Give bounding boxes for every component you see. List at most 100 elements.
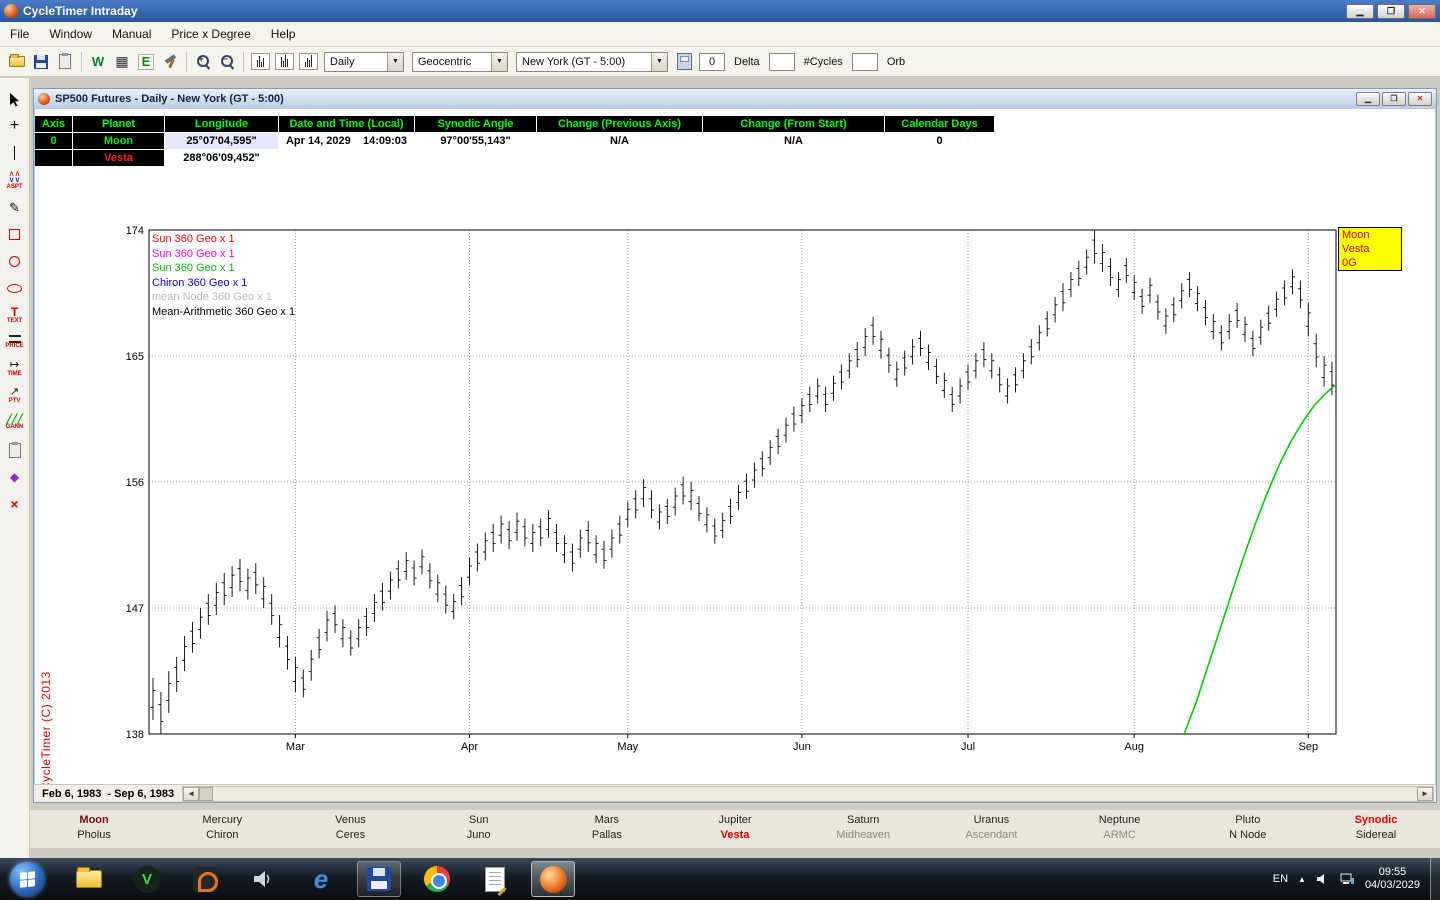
vertical-line-tool[interactable]: [2, 142, 28, 164]
matrix-button[interactable]: ▦: [110, 51, 134, 73]
zoom-in-button[interactable]: +: [191, 51, 215, 73]
menu-file[interactable]: File: [0, 27, 39, 41]
chart-minimize-button[interactable]: ▁: [1356, 92, 1380, 106]
planet-name[interactable]: Moon: [30, 813, 158, 828]
planet-name[interactable]: Venus: [286, 813, 414, 828]
weekly-chart-button[interactable]: W: [86, 51, 110, 73]
planet-column[interactable]: SunJuno: [415, 810, 543, 848]
delta-field[interactable]: [769, 53, 795, 71]
planet-secondary-name[interactable]: N Node: [1184, 828, 1312, 843]
taskbar-media-button[interactable]: V: [125, 861, 169, 897]
circle-tool[interactable]: [2, 250, 28, 272]
menu-help[interactable]: Help: [261, 27, 306, 41]
planet-secondary-name[interactable]: Sidereal: [1312, 828, 1440, 843]
planet-secondary-name[interactable]: Chiron: [158, 828, 286, 843]
timezone-dropdown[interactable]: New York (GT - 5:00) ▼: [516, 52, 668, 72]
planet-column[interactable]: PlutoN Node: [1184, 810, 1312, 848]
save-button[interactable]: [29, 51, 53, 73]
horizontal-scrollbar[interactable]: ◄ ►: [182, 786, 1434, 802]
taskbar-editor-button[interactable]: [473, 861, 517, 897]
planet-secondary-name[interactable]: Pallas: [543, 828, 671, 843]
text-tool[interactable]: T TEXT: [2, 304, 28, 326]
chart-window-titlebar[interactable]: SP500 Futures - Daily - New York (GT - 5…: [34, 89, 1436, 109]
planet-secondary-name[interactable]: Ascendant: [927, 828, 1055, 843]
taskbar-save-manager-button[interactable]: [357, 861, 401, 897]
planet-column[interactable]: MarsPallas: [543, 810, 671, 848]
chevron-down-icon[interactable]: ▼: [491, 53, 507, 71]
period-dropdown[interactable]: Daily ▼: [324, 52, 404, 72]
scroll-right-button[interactable]: ►: [1417, 787, 1433, 801]
planet-column[interactable]: UranusAscendant: [927, 810, 1055, 848]
system-dropdown[interactable]: Geocentric ▼: [412, 52, 508, 72]
planet-column[interactable]: VenusCeres: [286, 810, 414, 848]
planet-secondary-name[interactable]: Midheaven: [799, 828, 927, 843]
pencil-tool[interactable]: ✎: [2, 196, 28, 218]
taskbar-cycletimer-button[interactable]: [531, 861, 575, 897]
clock[interactable]: 09:55 04/03/2029: [1365, 866, 1420, 892]
ephemeris-button[interactable]: E: [134, 51, 158, 73]
planet-column[interactable]: NeptuneARMC: [1056, 810, 1184, 848]
planet-name[interactable]: Uranus: [927, 813, 1055, 828]
chevron-down-icon[interactable]: ▼: [387, 53, 403, 71]
chevron-down-icon[interactable]: ▼: [651, 53, 667, 71]
start-button[interactable]: [10, 862, 44, 896]
tools-button[interactable]: [158, 51, 182, 73]
taskbar-explorer-button[interactable]: [67, 861, 111, 897]
planet-secondary-name[interactable]: Pholus: [30, 828, 158, 843]
planet-column[interactable]: SaturnMidheaven: [799, 810, 927, 848]
bar-style-2-button[interactable]: [272, 51, 296, 73]
crosshair-tool[interactable]: +: [2, 115, 28, 137]
zoom-out-button[interactable]: −: [215, 51, 239, 73]
planet-column[interactable]: SynodicSidereal: [1312, 810, 1440, 848]
scroll-left-button[interactable]: ◄: [183, 787, 199, 801]
taskbar-volume-button[interactable]: [241, 861, 285, 897]
planet-name[interactable]: Pluto: [1184, 813, 1312, 828]
show-desktop-button[interactable]: [1430, 858, 1440, 900]
gann-tool[interactable]: ╱╱╱ GANN: [2, 412, 28, 434]
taskbar-ie-button[interactable]: e: [299, 861, 343, 897]
planet-secondary-name[interactable]: Ceres: [286, 828, 414, 843]
planet-secondary-name[interactable]: Juno: [415, 828, 543, 843]
planet-name[interactable]: Sun: [415, 813, 543, 828]
taskbar-studio-button[interactable]: [183, 861, 227, 897]
copy-tool[interactable]: [2, 439, 28, 461]
minimize-button[interactable]: ▁: [1346, 4, 1374, 19]
planet-name[interactable]: Jupiter: [671, 813, 799, 828]
open-button[interactable]: [5, 51, 29, 73]
maximize-button[interactable]: ❐: [1377, 4, 1405, 19]
planet-name[interactable]: Mercury: [158, 813, 286, 828]
time-tool[interactable]: ↦ TIME: [2, 358, 28, 380]
chart-maximize-button[interactable]: ❐: [1382, 92, 1406, 106]
calculator-button[interactable]: [672, 51, 696, 73]
select-tool[interactable]: [2, 88, 28, 110]
planet-column[interactable]: MoonPholus: [30, 810, 158, 848]
menu-price-x-degree[interactable]: Price x Degree: [161, 27, 260, 41]
price-tool[interactable]: PRICE: [2, 331, 28, 353]
planet-name[interactable]: Synodic: [1312, 813, 1440, 828]
menu-window[interactable]: Window: [39, 27, 102, 41]
ptv-tool[interactable]: ↗ PTV: [2, 385, 28, 407]
paste-button[interactable]: [53, 51, 77, 73]
planet-column[interactable]: JupiterVesta: [671, 810, 799, 848]
bar-style-3-button[interactable]: [296, 51, 320, 73]
calc-field[interactable]: 0: [699, 53, 725, 71]
planet-secondary-name[interactable]: Vesta: [671, 828, 799, 843]
planet-column[interactable]: MercuryChiron: [158, 810, 286, 848]
scrollbar-track[interactable]: [213, 787, 1417, 801]
planet-name[interactable]: Neptune: [1056, 813, 1184, 828]
close-button[interactable]: ✕: [1408, 4, 1436, 19]
delete-tool[interactable]: ×: [2, 493, 28, 515]
taskbar-chrome-button[interactable]: [415, 861, 459, 897]
aspect-tool[interactable]: ∧∧ ∨∨ ASPT: [2, 169, 28, 191]
tray-speaker-icon[interactable]: [1316, 873, 1330, 885]
language-indicator[interactable]: EN: [1273, 873, 1288, 885]
planet-name[interactable]: Mars: [543, 813, 671, 828]
tray-network-icon[interactable]: [1340, 873, 1355, 885]
rectangle-tool[interactable]: [2, 223, 28, 245]
tray-expand-icon[interactable]: ▲: [1298, 875, 1306, 884]
cycles-field[interactable]: [852, 53, 878, 71]
planet-name[interactable]: Saturn: [799, 813, 927, 828]
chart-close-button[interactable]: ✕: [1408, 92, 1432, 106]
menu-manual[interactable]: Manual: [102, 27, 161, 41]
scrollbar-thumb[interactable]: [199, 787, 213, 801]
